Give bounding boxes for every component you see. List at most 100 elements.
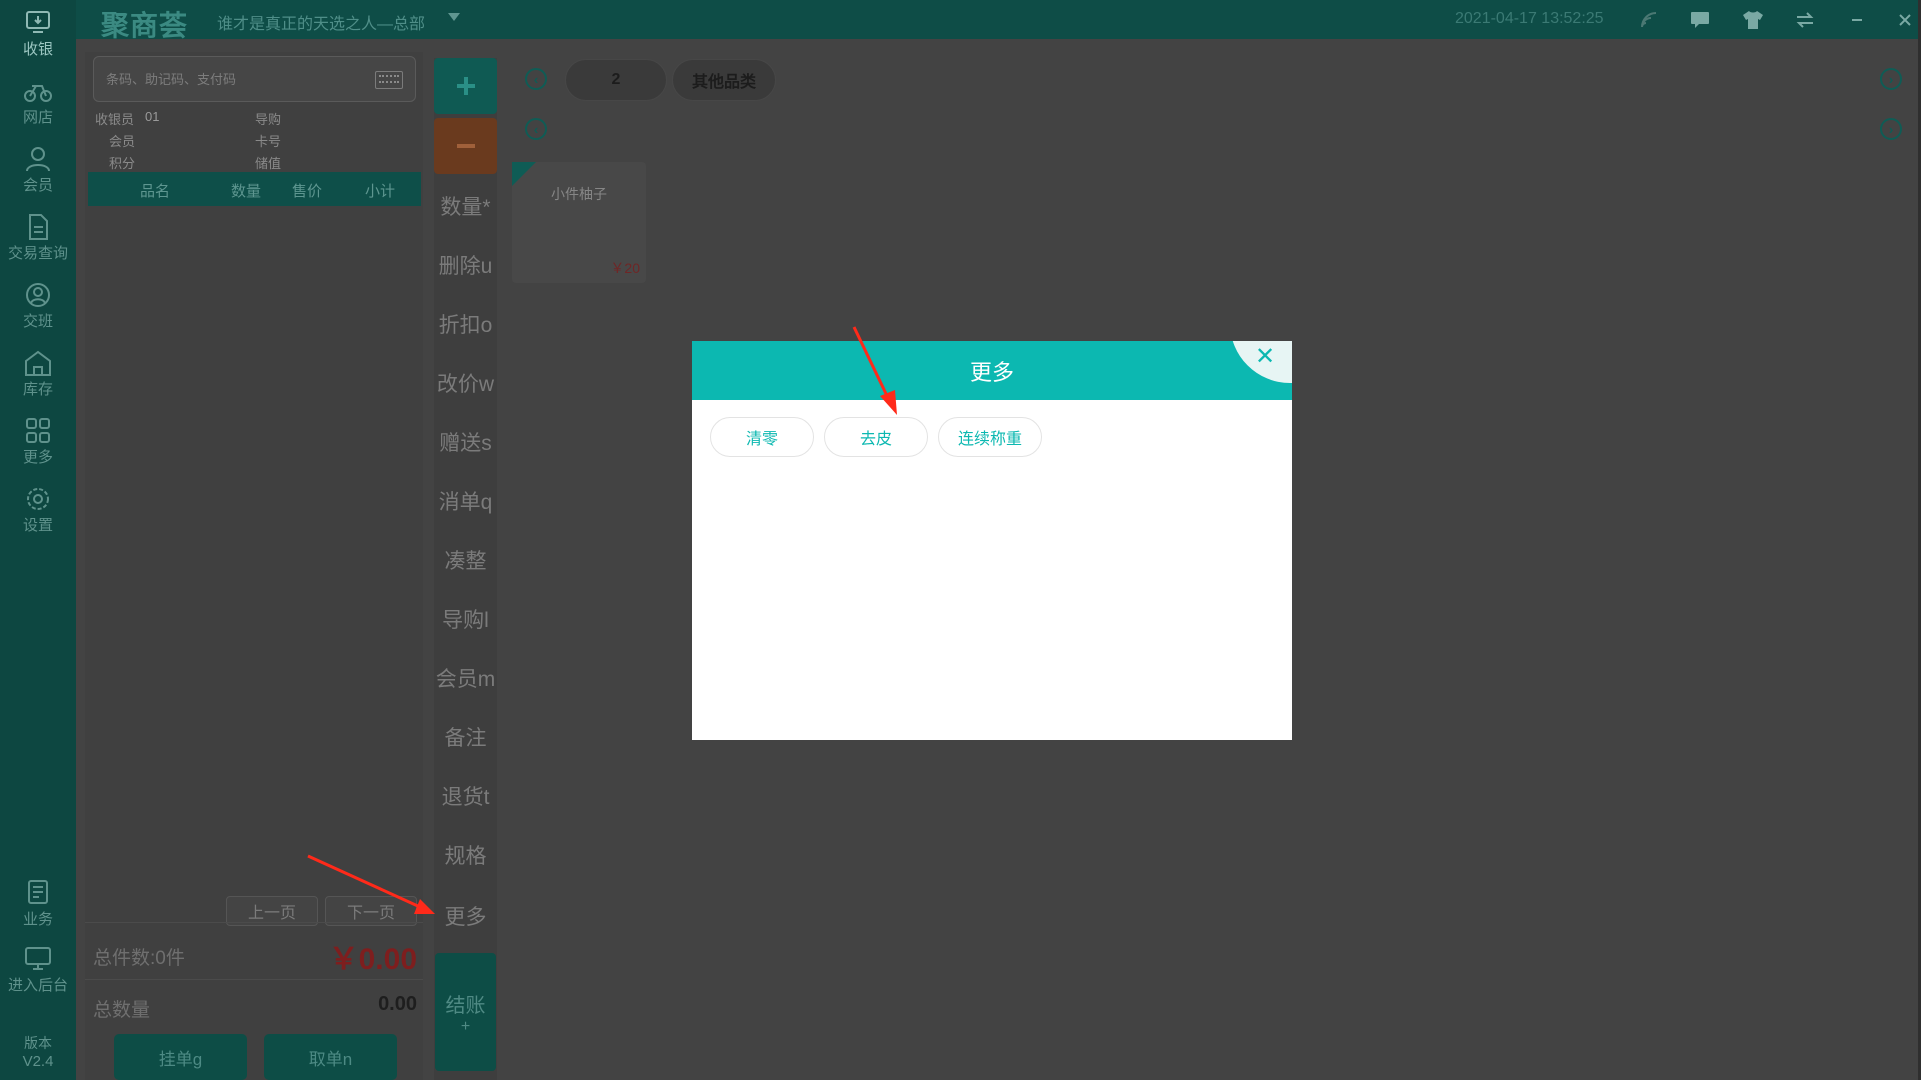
action-void[interactable]: 消单q (434, 475, 497, 527)
card-label: 卡号 (255, 134, 282, 149)
action-guide[interactable]: 导购l (434, 593, 497, 645)
column-header: 数量 (231, 183, 262, 200)
top-bar: 聚商荟 谁才是真正的天选之人—总部 2021-04-17 13:52:25 (76, 0, 1921, 42)
option-clear[interactable]: 清零 (710, 417, 814, 457)
column-header: 品名 (140, 183, 171, 200)
product-name: 小件柚子 (551, 186, 607, 202)
divider (85, 922, 423, 923)
nav-item-backend[interactable]: 进入后台 (0, 936, 76, 1004)
action-gift[interactable]: 赠送s (434, 416, 497, 468)
nav-label: 库存 (22, 380, 53, 398)
nav-label: 设置 (22, 516, 53, 534)
hold-order-button[interactable]: 挂单g (114, 1034, 247, 1080)
product-card[interactable]: 小件柚子 ￥20 (512, 162, 646, 283)
option-tare[interactable]: 去皮 (824, 417, 928, 457)
action-more[interactable]: 更多 (434, 890, 497, 942)
prev-category-icon[interactable]: ‹ (525, 68, 547, 90)
total-qty-label: 总数量 (93, 1000, 151, 1021)
bike-icon (23, 78, 53, 104)
nav-item-inventory[interactable]: 库存 (0, 340, 76, 408)
nav-item-settings[interactable]: 设置 (0, 476, 76, 544)
nav-item-more[interactable]: 更多 (0, 408, 76, 476)
search-box (93, 56, 416, 102)
nav-label: 收银 (22, 40, 53, 58)
version-value: V2.4 (22, 1052, 54, 1070)
action-delete[interactable]: 删除u (434, 239, 497, 291)
retrieve-order-button[interactable]: 取单n (264, 1034, 397, 1080)
product-price: ￥20 (610, 260, 640, 276)
decrease-button[interactable] (434, 118, 497, 174)
plus-icon (456, 77, 475, 95)
action-quantity[interactable]: 数量* (434, 180, 497, 232)
cart-panel: 收银员 01 导购 会员 卡号 积分 储值 品名 数量 售价 小计 上一页 下一… (85, 52, 423, 1080)
action-return[interactable]: 退货t (434, 770, 497, 822)
points-label: 积分 (109, 156, 136, 171)
prev-subcategory-icon[interactable]: ‹ (525, 118, 547, 140)
action-column: 数量* 删除u 折扣o 改价w 赠送s 消单q 凑整 导购l 会员m 备注 退货… (434, 58, 497, 1080)
monitor-icon (23, 946, 53, 972)
nav-item-shift[interactable]: 交班 (0, 272, 76, 340)
shirt-icon[interactable] (1742, 9, 1764, 31)
version-info: 版本 V2.4 (0, 1022, 76, 1080)
total-qty: 0.00 (378, 993, 417, 1015)
checkout-sub: + (460, 1017, 471, 1035)
action-note[interactable]: 备注 (434, 711, 497, 763)
chevron-down-icon[interactable] (448, 13, 460, 21)
more-dialog: 更多 ✕ 清零 去皮 连续称重 (692, 341, 1292, 740)
cashier-icon (23, 10, 53, 36)
keyboard-icon[interactable] (375, 71, 403, 89)
minus-icon (456, 144, 475, 148)
shift-icon (23, 282, 53, 308)
nav-label: 交易查询 (7, 244, 68, 262)
divider (85, 979, 423, 980)
action-change-price[interactable]: 改价w (434, 357, 497, 409)
option-continuous-weigh[interactable]: 连续称重 (938, 417, 1042, 457)
business-icon (23, 879, 53, 906)
network-icon (1638, 9, 1660, 31)
balance-label: 储值 (255, 156, 282, 171)
search-input[interactable] (106, 67, 346, 91)
action-discount[interactable]: 折扣o (434, 298, 497, 350)
store-selector[interactable]: 谁才是真正的天选之人—总部 (217, 10, 425, 34)
action-spec[interactable]: 规格 (434, 829, 497, 881)
close-window-icon[interactable] (1894, 9, 1916, 31)
action-round[interactable]: 凑整 (434, 534, 497, 586)
column-header: 售价 (292, 183, 323, 200)
nav-label: 交班 (22, 312, 53, 330)
minimize-icon[interactable] (1846, 9, 1868, 31)
nav-item-member[interactable]: 会员 (0, 136, 76, 204)
document-icon (23, 213, 53, 240)
category-tab-other[interactable]: 其他品类 (672, 59, 776, 101)
product-badge (512, 162, 536, 186)
action-member[interactable]: 会员m (434, 652, 497, 704)
nav-item-cashier[interactable]: 收银 (0, 0, 76, 68)
member-label: 会员 (109, 134, 136, 149)
nav-item-business[interactable]: 业务 (0, 870, 76, 938)
grid-icon (23, 417, 53, 444)
cashier-label: 收银员 (95, 112, 135, 127)
next-subcategory-icon[interactable]: › (1880, 118, 1902, 140)
dialog-header: 更多 (692, 341, 1292, 400)
total-price: ￥0.00 (328, 943, 417, 976)
nav-label: 会员 (22, 176, 53, 194)
nav-label: 业务 (22, 910, 53, 928)
app-logo: 聚商荟 (101, 9, 189, 42)
version-label: 版本 (24, 1034, 52, 1051)
checkout-label: 结账 (445, 994, 486, 1017)
datetime: 2021-04-17 13:52:25 (1455, 10, 1604, 27)
message-icon[interactable] (1689, 9, 1711, 31)
dialog-title: 更多 (969, 359, 1014, 385)
nav-item-online-store[interactable]: 网店 (0, 68, 76, 136)
cart-table-header: 品名 数量 售价 小计 (88, 172, 421, 206)
column-header: 小计 (365, 183, 396, 200)
category-tab-2[interactable]: 2 (565, 59, 667, 101)
nav-label: 更多 (22, 448, 53, 466)
nav-label: 网店 (22, 108, 53, 126)
checkout-button[interactable]: 结账 + (435, 953, 496, 1071)
nav-item-transactions[interactable]: 交易查询 (0, 204, 76, 272)
guide-label: 导购 (255, 112, 282, 127)
left-nav: 收银 网店 会员 交易查询 交班 库存 更多 设置 业务 进入后台 版本 V2.… (0, 0, 76, 1080)
switch-icon[interactable] (1794, 9, 1816, 31)
next-category-icon[interactable]: › (1880, 68, 1902, 90)
increase-button[interactable] (434, 58, 497, 114)
